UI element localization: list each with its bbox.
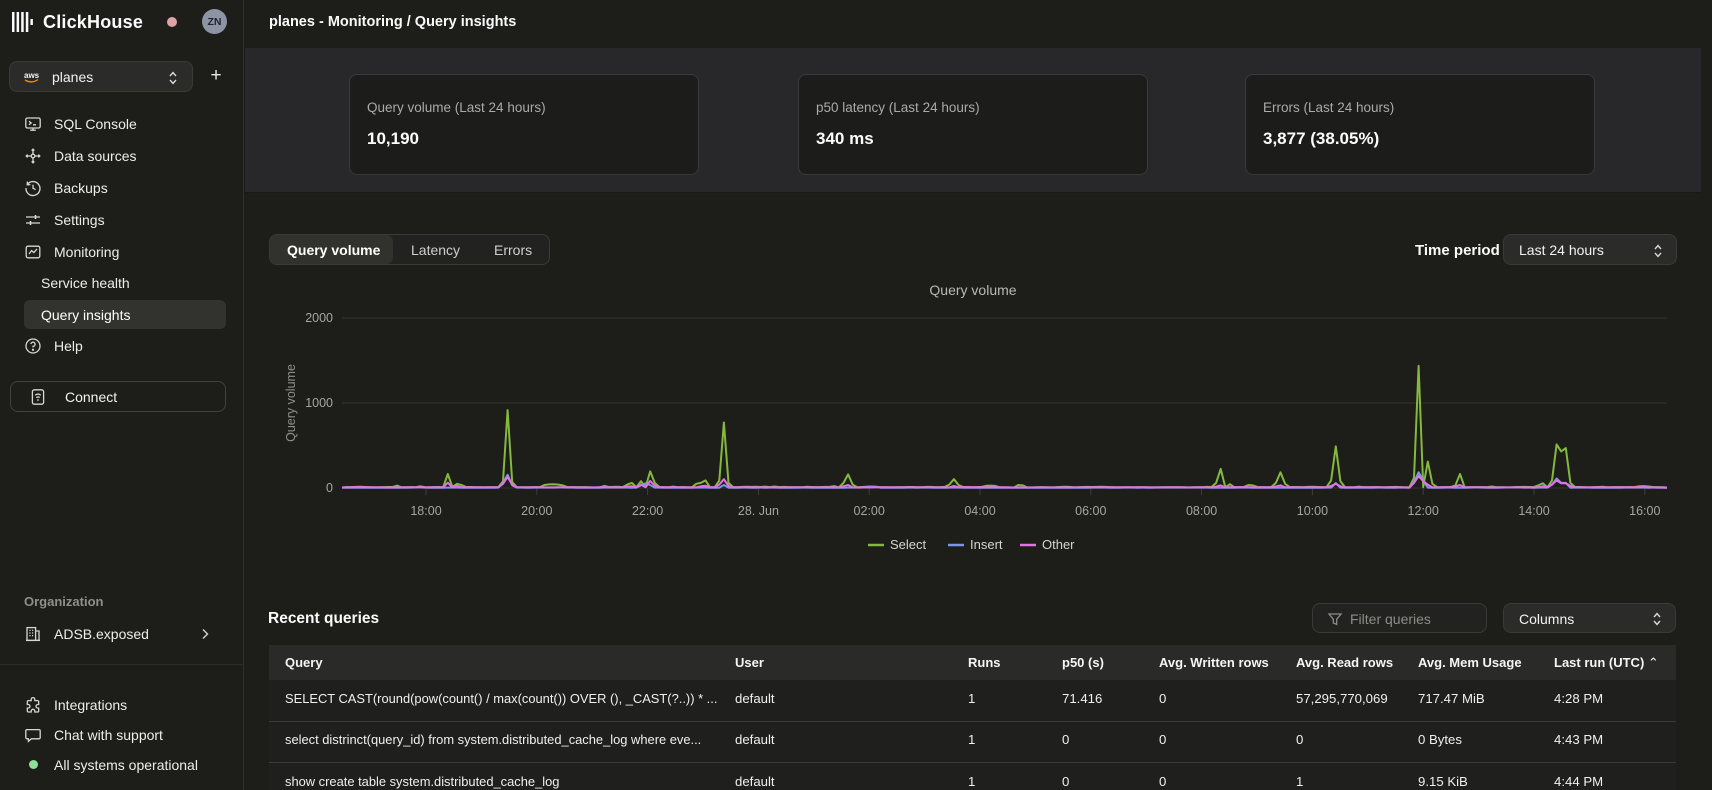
svg-text:06:00: 06:00 bbox=[1075, 504, 1106, 518]
svg-text:04:00: 04:00 bbox=[964, 504, 995, 518]
svg-text:aws: aws bbox=[24, 71, 40, 80]
svg-text:18:00: 18:00 bbox=[410, 504, 441, 518]
svg-text:Insert: Insert bbox=[970, 537, 1003, 552]
svg-text:08:00: 08:00 bbox=[1186, 504, 1217, 518]
svg-text:10:00: 10:00 bbox=[1297, 504, 1328, 518]
svg-text:Other: Other bbox=[1042, 537, 1075, 552]
svg-text:02:00: 02:00 bbox=[854, 504, 885, 518]
svg-text:0: 0 bbox=[326, 481, 333, 495]
svg-text:28. Jun: 28. Jun bbox=[738, 504, 779, 518]
svg-text:14:00: 14:00 bbox=[1518, 504, 1549, 518]
svg-text:12:00: 12:00 bbox=[1408, 504, 1439, 518]
svg-text:Query volume: Query volume bbox=[284, 364, 298, 442]
svg-text:Select: Select bbox=[890, 537, 927, 552]
svg-text:22:00: 22:00 bbox=[632, 504, 663, 518]
svg-text:20:00: 20:00 bbox=[521, 504, 552, 518]
svg-text:16:00: 16:00 bbox=[1629, 504, 1660, 518]
svg-text:Query volume: Query volume bbox=[929, 282, 1016, 298]
svg-text:2000: 2000 bbox=[305, 311, 333, 325]
svg-text:1000: 1000 bbox=[305, 396, 333, 410]
